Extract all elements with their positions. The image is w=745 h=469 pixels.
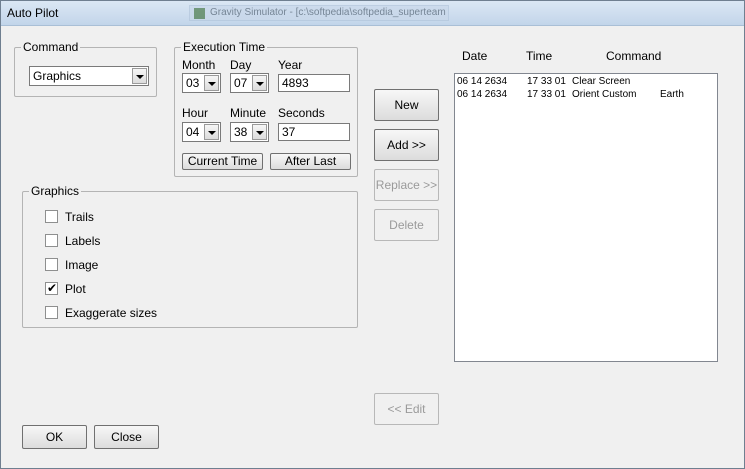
image-label: Image [65, 258, 99, 272]
execution-time-group: Execution Time Month Day Year 03 07 4893… [174, 40, 358, 177]
list-item-date: 06 14 2634 [457, 89, 508, 100]
ok-button[interactable]: OK [22, 425, 87, 449]
exaggerate-sizes-checkbox[interactable] [45, 306, 58, 319]
command-select[interactable]: Graphics [29, 66, 149, 86]
hour-label: Hour [182, 106, 209, 120]
plot-checkbox[interactable]: ✔ [45, 281, 58, 295]
replace-button[interactable]: Replace >> [374, 169, 439, 201]
new-button[interactable]: New [374, 89, 439, 121]
chevron-down-icon [256, 82, 264, 86]
day-dropdown-button[interactable] [252, 75, 267, 91]
chevron-down-icon [208, 82, 216, 86]
command-column-header: Command [606, 49, 662, 63]
minute-select[interactable]: 38 [230, 122, 269, 142]
trails-label: Trails [65, 210, 94, 224]
window-title: Auto Pilot [7, 6, 59, 20]
list-item-date: 06 14 2634 [457, 76, 508, 87]
hour-dropdown-button[interactable] [204, 124, 219, 140]
list-item-time: 17 33 01 [527, 89, 566, 100]
seconds-label: Seconds [278, 106, 325, 120]
hour-select[interactable]: 04 [182, 122, 221, 142]
background-window-tab: Gravity Simulator - [c:\softpedia\softpe… [189, 5, 449, 21]
command-list[interactable]: 06 14 2634 17 33 01 Clear Screen 06 14 2… [454, 73, 718, 362]
labels-checkbox[interactable] [45, 234, 58, 247]
title-bar[interactable]: Auto Pilot Gravity Simulator - [c:\softp… [1, 1, 744, 26]
checkmark-icon: ✔ [47, 281, 58, 295]
close-button[interactable]: Close [94, 425, 159, 449]
trails-checkbox[interactable] [45, 210, 58, 223]
month-dropdown-button[interactable] [204, 75, 219, 91]
add-button[interactable]: Add >> [374, 129, 439, 161]
command-group: Command Graphics [14, 40, 157, 97]
command-select-value: Graphics [33, 69, 82, 83]
year-input[interactable]: 4893 [278, 74, 350, 92]
year-label: Year [278, 58, 303, 72]
minute-dropdown-button[interactable] [252, 124, 267, 140]
date-column-header: Date [462, 49, 488, 63]
exaggerate-sizes-label: Exaggerate sizes [65, 306, 158, 320]
edit-button[interactable]: << Edit [374, 393, 439, 425]
day-label: Day [230, 58, 252, 72]
command-dropdown-button[interactable] [132, 68, 147, 84]
labels-label: Labels [65, 234, 101, 248]
list-item-command: Orient Custom [572, 89, 637, 100]
auto-pilot-dialog: Auto Pilot Gravity Simulator - [c:\softp… [0, 0, 745, 469]
chevron-down-icon [136, 75, 144, 79]
day-select[interactable]: 07 [230, 73, 269, 93]
app-icon [194, 8, 205, 19]
chevron-down-icon [256, 131, 264, 135]
dialog-content: Command Graphics Execution Time Month Da… [1, 27, 744, 469]
list-item-argument: Earth [660, 89, 684, 100]
execution-time-legend: Execution Time [181, 40, 268, 54]
minute-select-value: 38 [234, 125, 248, 139]
month-label: Month [182, 58, 216, 72]
chevron-down-icon [208, 131, 216, 135]
command-legend: Command [21, 40, 81, 54]
month-select[interactable]: 03 [182, 73, 221, 93]
graphics-group: Graphics Trails Labels Image ✔ Plot Exag… [22, 184, 358, 328]
hour-select-value: 04 [186, 125, 200, 139]
after-last-button[interactable]: After Last [270, 153, 351, 170]
month-select-value: 03 [186, 76, 200, 90]
minute-label: Minute [230, 106, 267, 120]
image-checkbox[interactable] [45, 258, 58, 271]
seconds-input[interactable]: 37 [278, 123, 350, 141]
list-item-time: 17 33 01 [527, 76, 566, 87]
plot-label: Plot [65, 282, 86, 296]
list-item-command: Clear Screen [572, 76, 631, 87]
current-time-button[interactable]: Current Time [182, 153, 263, 170]
time-column-header: Time [526, 49, 553, 63]
delete-button[interactable]: Delete [374, 209, 439, 241]
background-window-title: Gravity Simulator - [c:\softpedia\softpe… [210, 7, 446, 18]
graphics-legend: Graphics [29, 184, 82, 198]
day-select-value: 07 [234, 76, 248, 90]
